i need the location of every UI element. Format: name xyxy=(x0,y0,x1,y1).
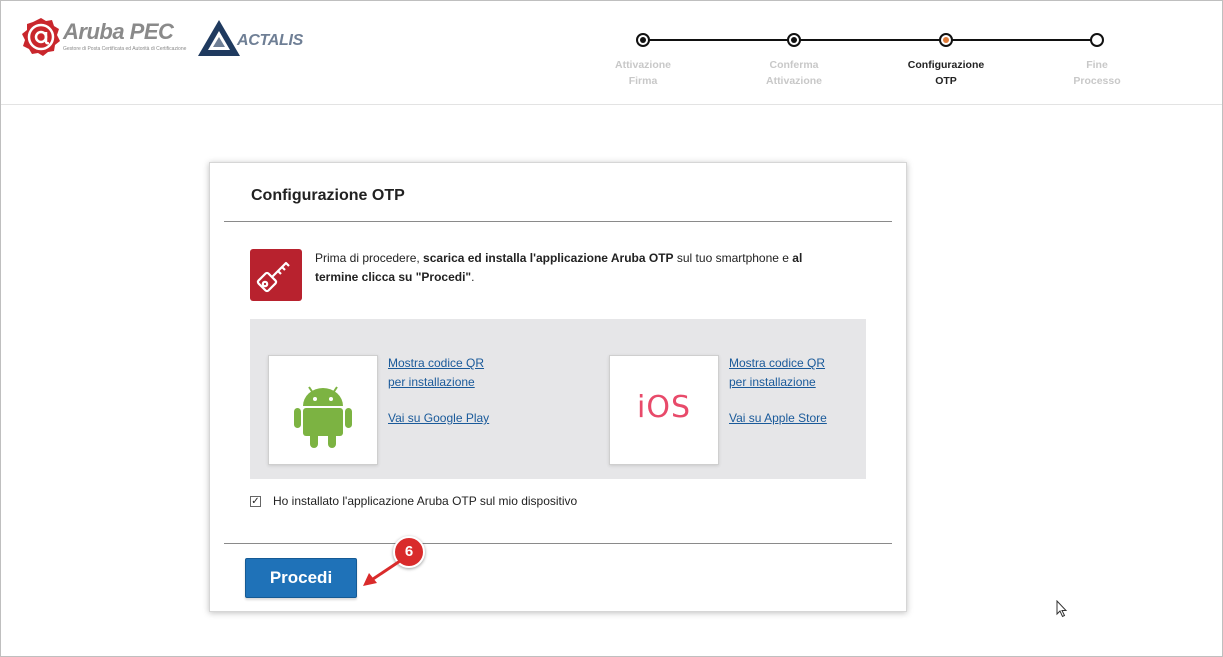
aruba-seal-icon xyxy=(22,18,60,56)
aruba-tagline: Gestore di Posta Certificata ed Autorità… xyxy=(63,46,187,52)
step-dot xyxy=(1090,33,1104,47)
divider xyxy=(224,221,892,222)
ios-logo: iOS xyxy=(637,390,691,425)
card-title: Configurazione OTP xyxy=(251,187,405,204)
google-play-link[interactable]: Vai su Google Play xyxy=(388,409,528,428)
step-dot-current xyxy=(939,33,953,47)
step-label: Conferma Attivazione xyxy=(765,59,822,87)
stepper-line xyxy=(643,39,1097,41)
android-links: Mostra codice QR per installazione Vai su… xyxy=(388,354,528,428)
install-confirm-row[interactable]: ✓ Ho installato l'applicazione Aruba OTP… xyxy=(250,493,577,509)
app-stores-panel: Mostra codice QR per installazione Vai su… xyxy=(250,319,866,479)
step-fine-processo: Fine Processo xyxy=(1037,33,1157,89)
intro-text: Prima di procedere, scarica ed installa … xyxy=(315,251,803,284)
actalis-triangle-icon xyxy=(198,20,240,56)
divider xyxy=(224,543,892,544)
key-icon xyxy=(250,249,302,301)
step-dot xyxy=(787,33,801,47)
annotation-arrow-icon xyxy=(363,559,401,586)
step-label-current: Configurazione OTP xyxy=(907,59,985,87)
ios-store-box: iOS xyxy=(609,355,719,465)
step-conferma-attivazione: Conferma Attivazione xyxy=(734,33,854,89)
actalis-name: ACTALIS xyxy=(237,32,304,49)
aruba-pec-logo[interactable]: Aruba PEC Gestore di Posta Certificata e… xyxy=(21,17,191,59)
app-header: Aruba PEC Gestore di Posta Certificata e… xyxy=(1,1,1222,105)
android-icon xyxy=(294,386,352,448)
step-configurazione-otp: Configurazione OTP xyxy=(886,33,1006,89)
step-dot xyxy=(636,33,650,47)
step-label: Fine Processo xyxy=(1073,59,1121,87)
apple-store-link[interactable]: Vai su Apple Store xyxy=(729,409,869,428)
android-store-box xyxy=(268,355,378,465)
proceed-button[interactable]: Procedi xyxy=(245,558,357,598)
android-qr-link[interactable]: Mostra codice QR per installazione xyxy=(388,354,528,391)
mouse-cursor-icon xyxy=(1056,600,1068,618)
actalis-logo[interactable]: ACTALIS xyxy=(197,19,312,59)
ios-links: Mostra codice QR per installazione Vai su… xyxy=(729,354,869,428)
install-confirm-checkbox[interactable]: ✓ xyxy=(250,495,261,507)
step-label: Attivazione Firma xyxy=(614,59,671,87)
ios-qr-link[interactable]: Mostra codice QR per installazione xyxy=(729,354,869,391)
otp-config-card: Configurazione OTP Prima di procedere, s… xyxy=(209,162,907,612)
install-confirm-label: Ho installato l'applicazione Aruba OTP s… xyxy=(273,494,578,508)
progress-stepper: Attivazione Firma Conferma Attivazione Con… xyxy=(601,29,1141,89)
aruba-brand: Aruba PEC xyxy=(63,19,174,44)
step-attivazione-firma: Attivazione Firma xyxy=(583,33,703,89)
